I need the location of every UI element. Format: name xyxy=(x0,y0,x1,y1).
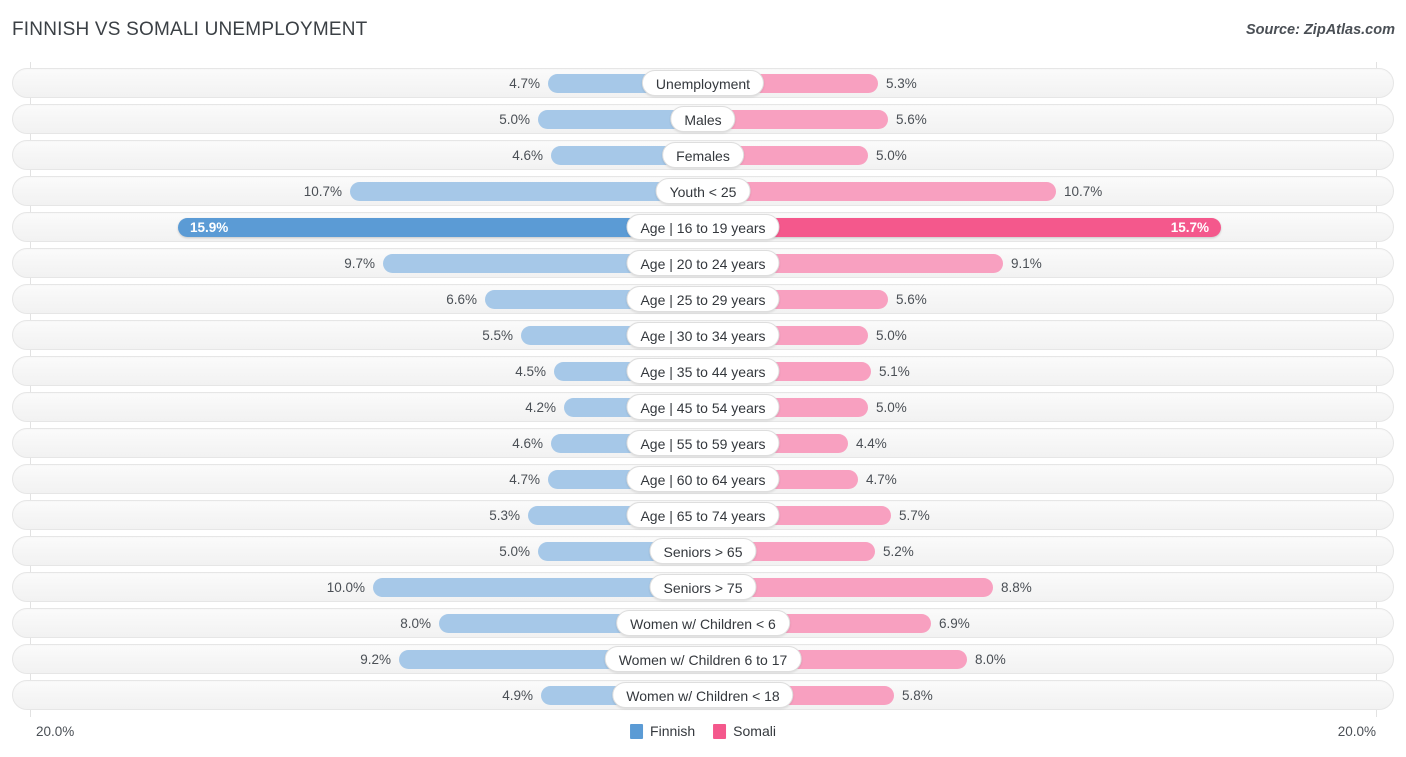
value-label-somali: 15.7% xyxy=(1170,220,1209,235)
chart-row: 10.7% 10.7% Youth < 25 xyxy=(12,176,1394,206)
value-label-finnish: 4.5% xyxy=(515,364,546,379)
value-label-finnish: 9.2% xyxy=(360,652,391,667)
value-label-finnish: 4.2% xyxy=(525,400,556,415)
chart-row: 9.2% 8.0% Women w/ Children 6 to 17 xyxy=(12,644,1394,674)
legend-item-somali[interactable]: Somali xyxy=(713,723,776,739)
value-label-finnish: 10.7% xyxy=(303,184,342,199)
chart-row: 4.7% 4.7% Age | 60 to 64 years xyxy=(12,464,1394,494)
category-label: Women w/ Children < 18 xyxy=(612,682,794,708)
value-label-somali: 5.6% xyxy=(896,292,927,307)
chart-row: 5.0% 5.2% Seniors > 65 xyxy=(12,536,1394,566)
value-label-finnish: 5.0% xyxy=(499,544,530,559)
bar-finnish xyxy=(350,182,703,201)
value-label-somali: 5.7% xyxy=(899,508,930,523)
category-label: Women w/ Children 6 to 17 xyxy=(604,646,802,672)
category-label: Age | 30 to 34 years xyxy=(626,322,780,348)
chart-row: 5.3% 5.7% Age | 65 to 74 years xyxy=(12,500,1394,530)
category-label: Seniors > 65 xyxy=(649,538,757,564)
axis-label-left: 20.0% xyxy=(36,724,75,739)
value-label-finnish: 5.3% xyxy=(489,508,520,523)
chart-plot-area: 4.7% 5.3% Unemployment 5.0% 5.6% Males 4.6% 5.0… xyxy=(0,62,1406,717)
legend-item-finnish[interactable]: Finnish xyxy=(630,723,695,739)
value-label-finnish: 4.7% xyxy=(509,472,540,487)
category-label: Unemployment xyxy=(641,70,765,96)
chart-row: 4.9% 5.8% Women w/ Children < 18 xyxy=(12,680,1394,710)
value-label-somali: 5.0% xyxy=(876,148,907,163)
legend-swatch-icon xyxy=(713,723,727,739)
category-label: Age | 20 to 24 years xyxy=(626,250,780,276)
value-label-finnish: 4.6% xyxy=(512,436,543,451)
value-label-somali: 5.2% xyxy=(883,544,914,559)
chart-row: 10.0% 8.8% Seniors > 75 xyxy=(12,572,1394,602)
bar-somali xyxy=(703,218,1221,237)
value-label-finnish: 15.9% xyxy=(190,220,229,235)
legend-label: Finnish xyxy=(650,723,696,739)
category-label: Females xyxy=(662,142,744,168)
chart-row: 4.5% 5.1% Age | 35 to 44 years xyxy=(12,356,1394,386)
value-label-somali: 5.6% xyxy=(896,112,927,127)
axis-label-right: 20.0% xyxy=(1337,724,1376,739)
legend-swatch-icon xyxy=(630,723,644,739)
category-label: Women w/ Children < 6 xyxy=(616,610,790,636)
value-label-somali: 5.0% xyxy=(876,400,907,415)
chart-footer: 20.0% 20.0% Finnish Somali xyxy=(0,717,1406,757)
value-label-somali: 6.9% xyxy=(939,616,970,631)
chart-row: 5.0% 5.6% Males xyxy=(12,104,1394,134)
value-label-finnish: 6.6% xyxy=(446,292,477,307)
category-label: Age | 25 to 29 years xyxy=(626,286,780,312)
category-label: Age | 35 to 44 years xyxy=(626,358,780,384)
value-label-somali: 10.7% xyxy=(1064,184,1103,199)
category-label: Males xyxy=(670,106,736,132)
value-label-finnish: 9.7% xyxy=(344,256,375,271)
source-attribution: Source: ZipAtlas.com xyxy=(1245,22,1395,38)
value-label-finnish: 10.0% xyxy=(326,580,365,595)
value-label-finnish: 4.7% xyxy=(509,76,540,91)
category-label: Age | 55 to 59 years xyxy=(626,430,780,456)
category-label: Seniors > 75 xyxy=(649,574,757,600)
value-label-somali: 5.3% xyxy=(886,76,917,91)
page-title: FINNISH VS SOMALI UNEMPLOYMENT xyxy=(12,19,368,40)
category-label: Age | 65 to 74 years xyxy=(626,502,780,528)
chart-header: FINNISH VS SOMALI UNEMPLOYMENT Source: Z… xyxy=(0,0,1406,62)
chart-row: 4.2% 5.0% Age | 45 to 54 years xyxy=(12,392,1394,422)
chart-legend: Finnish Somali xyxy=(630,723,776,739)
category-label: Age | 45 to 54 years xyxy=(626,394,780,420)
category-label: Age | 60 to 64 years xyxy=(626,466,780,492)
value-label-somali: 4.7% xyxy=(866,472,897,487)
value-label-finnish: 8.0% xyxy=(400,616,431,631)
value-label-somali: 5.1% xyxy=(879,364,910,379)
category-label: Age | 16 to 19 years xyxy=(626,214,780,240)
legend-label: Somali xyxy=(733,723,776,739)
chart-row: 9.7% 9.1% Age | 20 to 24 years xyxy=(12,248,1394,278)
value-label-finnish: 5.0% xyxy=(499,112,530,127)
chart-row: 4.6% 4.4% Age | 55 to 59 years xyxy=(12,428,1394,458)
chart-row: 5.5% 5.0% Age | 30 to 34 years xyxy=(12,320,1394,350)
value-label-finnish: 5.5% xyxy=(482,328,513,343)
value-label-finnish: 4.6% xyxy=(512,148,543,163)
value-label-somali: 8.8% xyxy=(1001,580,1032,595)
value-label-somali: 8.0% xyxy=(975,652,1006,667)
value-label-somali: 5.0% xyxy=(876,328,907,343)
value-label-finnish: 4.9% xyxy=(502,688,533,703)
value-label-somali: 5.8% xyxy=(902,688,933,703)
chart-row: 4.6% 5.0% Females xyxy=(12,140,1394,170)
bar-finnish xyxy=(178,218,703,237)
bar-somali xyxy=(703,182,1056,201)
value-label-somali: 4.4% xyxy=(856,436,887,451)
chart-row: 6.6% 5.6% Age | 25 to 29 years xyxy=(12,284,1394,314)
chart-row: 4.7% 5.3% Unemployment xyxy=(12,68,1394,98)
chart-row: 8.0% 6.9% Women w/ Children < 6 xyxy=(12,608,1394,638)
chart-row: 15.9% 15.7% Age | 16 to 19 years xyxy=(12,212,1394,242)
value-label-somali: 9.1% xyxy=(1011,256,1042,271)
category-label: Youth < 25 xyxy=(655,178,751,204)
